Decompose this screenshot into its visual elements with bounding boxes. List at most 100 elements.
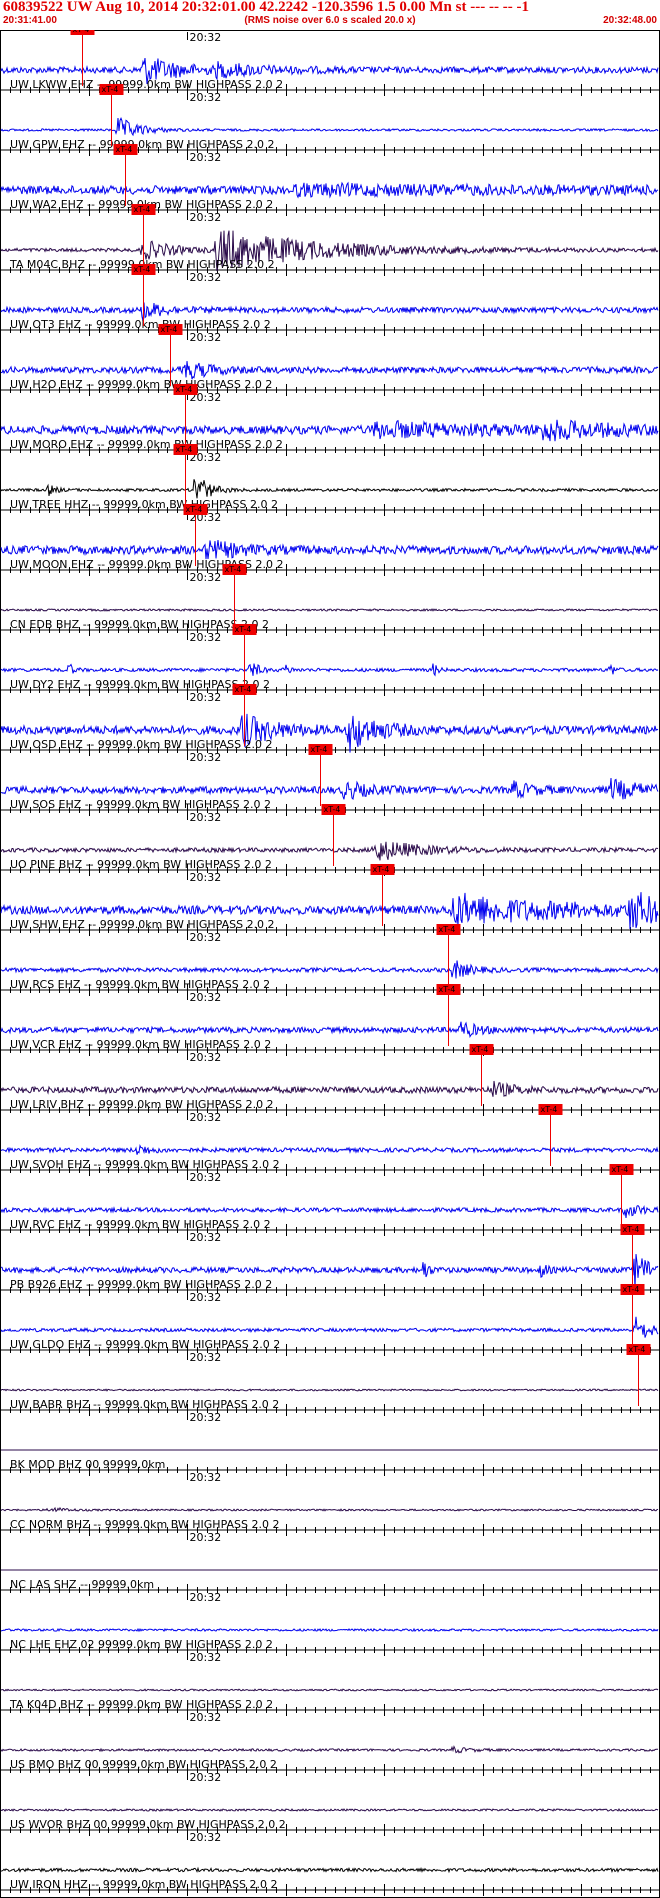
pick-label: xT-4 (225, 565, 242, 574)
trace-row: 20:32 UW BABR BHZ -- 99999.0km BW HIGHPAS… (0, 1344, 660, 1416)
minute-label: 20:32 (190, 871, 222, 884)
pick-label: xT-4 (324, 805, 341, 814)
trace-row: 20:32 CN EDB BHZ -- 99999.0km BW HIGHPASS… (0, 564, 660, 636)
trace-row: 20:32 US WVOR BHZ 00 99999.0km BW HIGHPAS… (0, 1771, 660, 1836)
trace-row: 20:32 UW DY2 EHZ -- 99999.0km BW HIGHPASS… (0, 624, 660, 696)
station-label: UW GPW EHZ -- 99999.0km BW HIGHPASS 2.0 … (10, 138, 274, 151)
waveform (0, 960, 659, 979)
pick-label: xT-4 (134, 265, 151, 274)
trace-row: 20:32TA M04C BHZ -- 99999.0km BW HIGHPAS… (0, 204, 660, 276)
seismogram-plot: 20:32 UW LKWW EHZ -- 99999.0km BW HIGHPAS… (0, 30, 660, 1898)
waveform (0, 1144, 659, 1155)
station-label: UW BABR BHZ -- 99999.0km BW HIGHPASS 2.0… (10, 1398, 279, 1411)
station-label: UW SOS EHZ -- 99999.0km BW HIGHPASS 2.0 … (10, 798, 271, 811)
trace-row: 20:32 UW RCS EHZ -- 99999.0km BW HIGHPASS… (0, 924, 660, 996)
station-label: UW RVC EHZ -- 99999.0km BW HIGHPASS 2.0 … (10, 1218, 271, 1231)
station-label: UW VCR EHZ -- 99999.0km BW HIGHPASS 2.0 … (10, 1038, 271, 1051)
trace-row: 20:32 NC LHE EHZ 02 99999.0km BW HIGHPASS… (0, 1591, 660, 1656)
minute-label: 20:32 (190, 571, 222, 584)
pick-label: xT-4 (439, 925, 456, 934)
header: 60839522 UW Aug 10, 2014 20:32:01.00 42.… (0, 0, 660, 30)
minute-label: 20:32 (190, 931, 222, 944)
trace-row: 20:32 UW OT3 EHZ -- 99999.0km BW HIGHPASS… (0, 264, 660, 336)
pick-label: xT-4 (73, 30, 90, 34)
waveform (0, 361, 659, 380)
pick-label: xT-4 (623, 1225, 640, 1234)
minute-label: 20:32 (190, 751, 222, 764)
trace-row: 20:32 BK MOD BHZ 00 99999.0km (0, 1411, 660, 1476)
waveform (0, 1388, 659, 1392)
waveform (0, 663, 659, 677)
station-label: UW LKWW EHZ -- 99999.0km BW HIGHPASS 2.0… (10, 78, 283, 91)
waveform (0, 1807, 659, 1812)
pick-label: xT-4 (176, 385, 193, 394)
minute-label: 20:32 (190, 691, 222, 704)
station-label: UW OSD EHZ -- 99999.0km BW HIGHPASS 2.0 … (10, 738, 273, 751)
trace-row: 20:32 UW SHW EHZ -- 99999.0km BW HIGHPASS… (0, 864, 660, 936)
rms-note: (RMS noise over 6.0 s scaled 20.0 x) (244, 15, 416, 26)
station-label: UW OT3 EHZ -- 99999.0km BW HIGHPASS 2.0 … (10, 318, 271, 331)
station-label: UW RCS EHZ -- 99999.0km BW HIGHPASS 2.0 … (10, 978, 270, 991)
minute-label: 20:32 (190, 1591, 222, 1604)
waveform (0, 1866, 659, 1874)
minute-label: 20:32 (190, 151, 222, 164)
minute-label: 20:32 (190, 31, 222, 44)
station-label: US BMO BHZ 00 99999.0km BW HIGHPASS 2.0 … (10, 1758, 277, 1771)
waveform (0, 1506, 659, 1513)
station-label: PB B926 EHZ -- 99999.0km BW HIGHPASS 2.0… (10, 1278, 272, 1291)
waveform (0, 1688, 659, 1692)
minute-label: 20:32 (190, 1711, 222, 1724)
waveform (0, 1080, 659, 1097)
pick-label: xT-4 (373, 865, 390, 874)
waveform (0, 1021, 659, 1038)
pick-label: xT-4 (472, 1045, 489, 1054)
trace-row: 20:32 UW VCR EHZ -- 99999.0km BW HIGHPASS… (0, 984, 660, 1056)
trace-row: 20:32 UW IRON HHZ -- 99999.0km BW HIGHPAS… (0, 1831, 660, 1896)
trace-row: 20:32 UW SVOH EHZ -- 99999.0km BW HIGHPAS… (0, 1104, 660, 1176)
station-label: UW LRIV BHZ -- 99999.0km BW HIGHPASS 2.0… (10, 1098, 274, 1111)
station-label: UW H2O EHZ -- 99999.0km BW HIGHPASS 2.0 … (10, 378, 272, 391)
waveform (0, 1745, 659, 1754)
trace-row: 20:32 TA K04D BHZ -- 99999.0km BW HIGHPAS… (0, 1651, 660, 1716)
minute-label: 20:32 (190, 211, 222, 224)
minute-label: 20:32 (190, 1831, 222, 1844)
minute-label: 20:32 (190, 1171, 222, 1184)
trace-row: 20:32 UW LKWW EHZ -- 99999.0km BW HIGHPAS… (0, 30, 660, 96)
trace-row: 20:32 US BMO BHZ 00 99999.0km BW HIGHPASS… (0, 1711, 660, 1776)
minute-label: 20:32 (190, 631, 222, 644)
trace-row: 20:32 UW RVC EHZ -- 99999.0km BW HIGHPASS… (0, 1164, 660, 1236)
minute-label: 20:32 (190, 1231, 222, 1244)
minute-label: 20:32 (190, 1471, 222, 1484)
pick-label: xT-4 (612, 1165, 629, 1174)
station-label: UW MORO EHZ -- 99999.0km BW HIGHPASS 2.0… (10, 438, 283, 451)
trace-row: 20:32 CC NORM BHZ -- 99999.0km BW HIGHPAS… (0, 1471, 660, 1536)
event-title: 60839522 UW Aug 10, 2014 20:32:01.00 42.… (3, 0, 529, 15)
minute-label: 20:32 (190, 1651, 222, 1664)
pick-label: xT-4 (134, 205, 151, 214)
trace-row: 20:32UW WA2 EHZ -- 99999.0km BW HIGHPASS… (0, 144, 660, 216)
minute-label: 20:32 (190, 1051, 222, 1064)
waveform (0, 1204, 659, 1218)
waveform (0, 1316, 659, 1338)
trace-row: 20:32 NC LAS SHZ -- 99999.0km (0, 1531, 660, 1596)
trace-row: 20:32 PB B926 EHZ -- 99999.0km BW HIGHPAS… (0, 1224, 660, 1296)
station-label: UW DY2 EHZ -- 99999.0km BW HIGHPASS 2.0 … (10, 678, 270, 691)
minute-label: 20:32 (190, 1111, 222, 1124)
trace-row: 20:32 UW GLDO EHZ -- 99999.0km BW HIGHPAS… (0, 1284, 660, 1356)
station-label: UW SHW EHZ -- 99999.0km BW HIGHPASS 2.0 … (10, 918, 275, 931)
waveform (0, 608, 659, 612)
trace-row: 20:32 UW GPW EHZ -- 99999.0km BW HIGHPASS… (0, 84, 660, 156)
station-label: US WVOR BHZ 00 99999.0km BW HIGHPASS 2.0… (10, 1818, 286, 1831)
trace-row: 20:32 UW H2O EHZ -- 99999.0km BW HIGHPASS… (0, 324, 660, 396)
pick-label: xT-4 (623, 1285, 640, 1294)
minute-label: 20:32 (190, 811, 222, 824)
pick-label: xT-4 (235, 685, 252, 694)
station-label: UW GLDO EHZ -- 99999.0km BW HIGHPASS 2.0… (10, 1338, 280, 1351)
minute-label: 20:32 (190, 1291, 222, 1304)
minute-label: 20:32 (190, 1411, 222, 1424)
station-label: TA K04D BHZ -- 99999.0km BW HIGHPASS 2.0… (9, 1698, 273, 1711)
trace-row: 20:32UW TREE HHZ -- 99999.0km BW HIGHPAS… (0, 444, 660, 516)
pick-label: xT-4 (541, 1105, 558, 1114)
minute-label: 20:32 (190, 1351, 222, 1364)
end-time: 20:32:48.00 (603, 15, 657, 26)
